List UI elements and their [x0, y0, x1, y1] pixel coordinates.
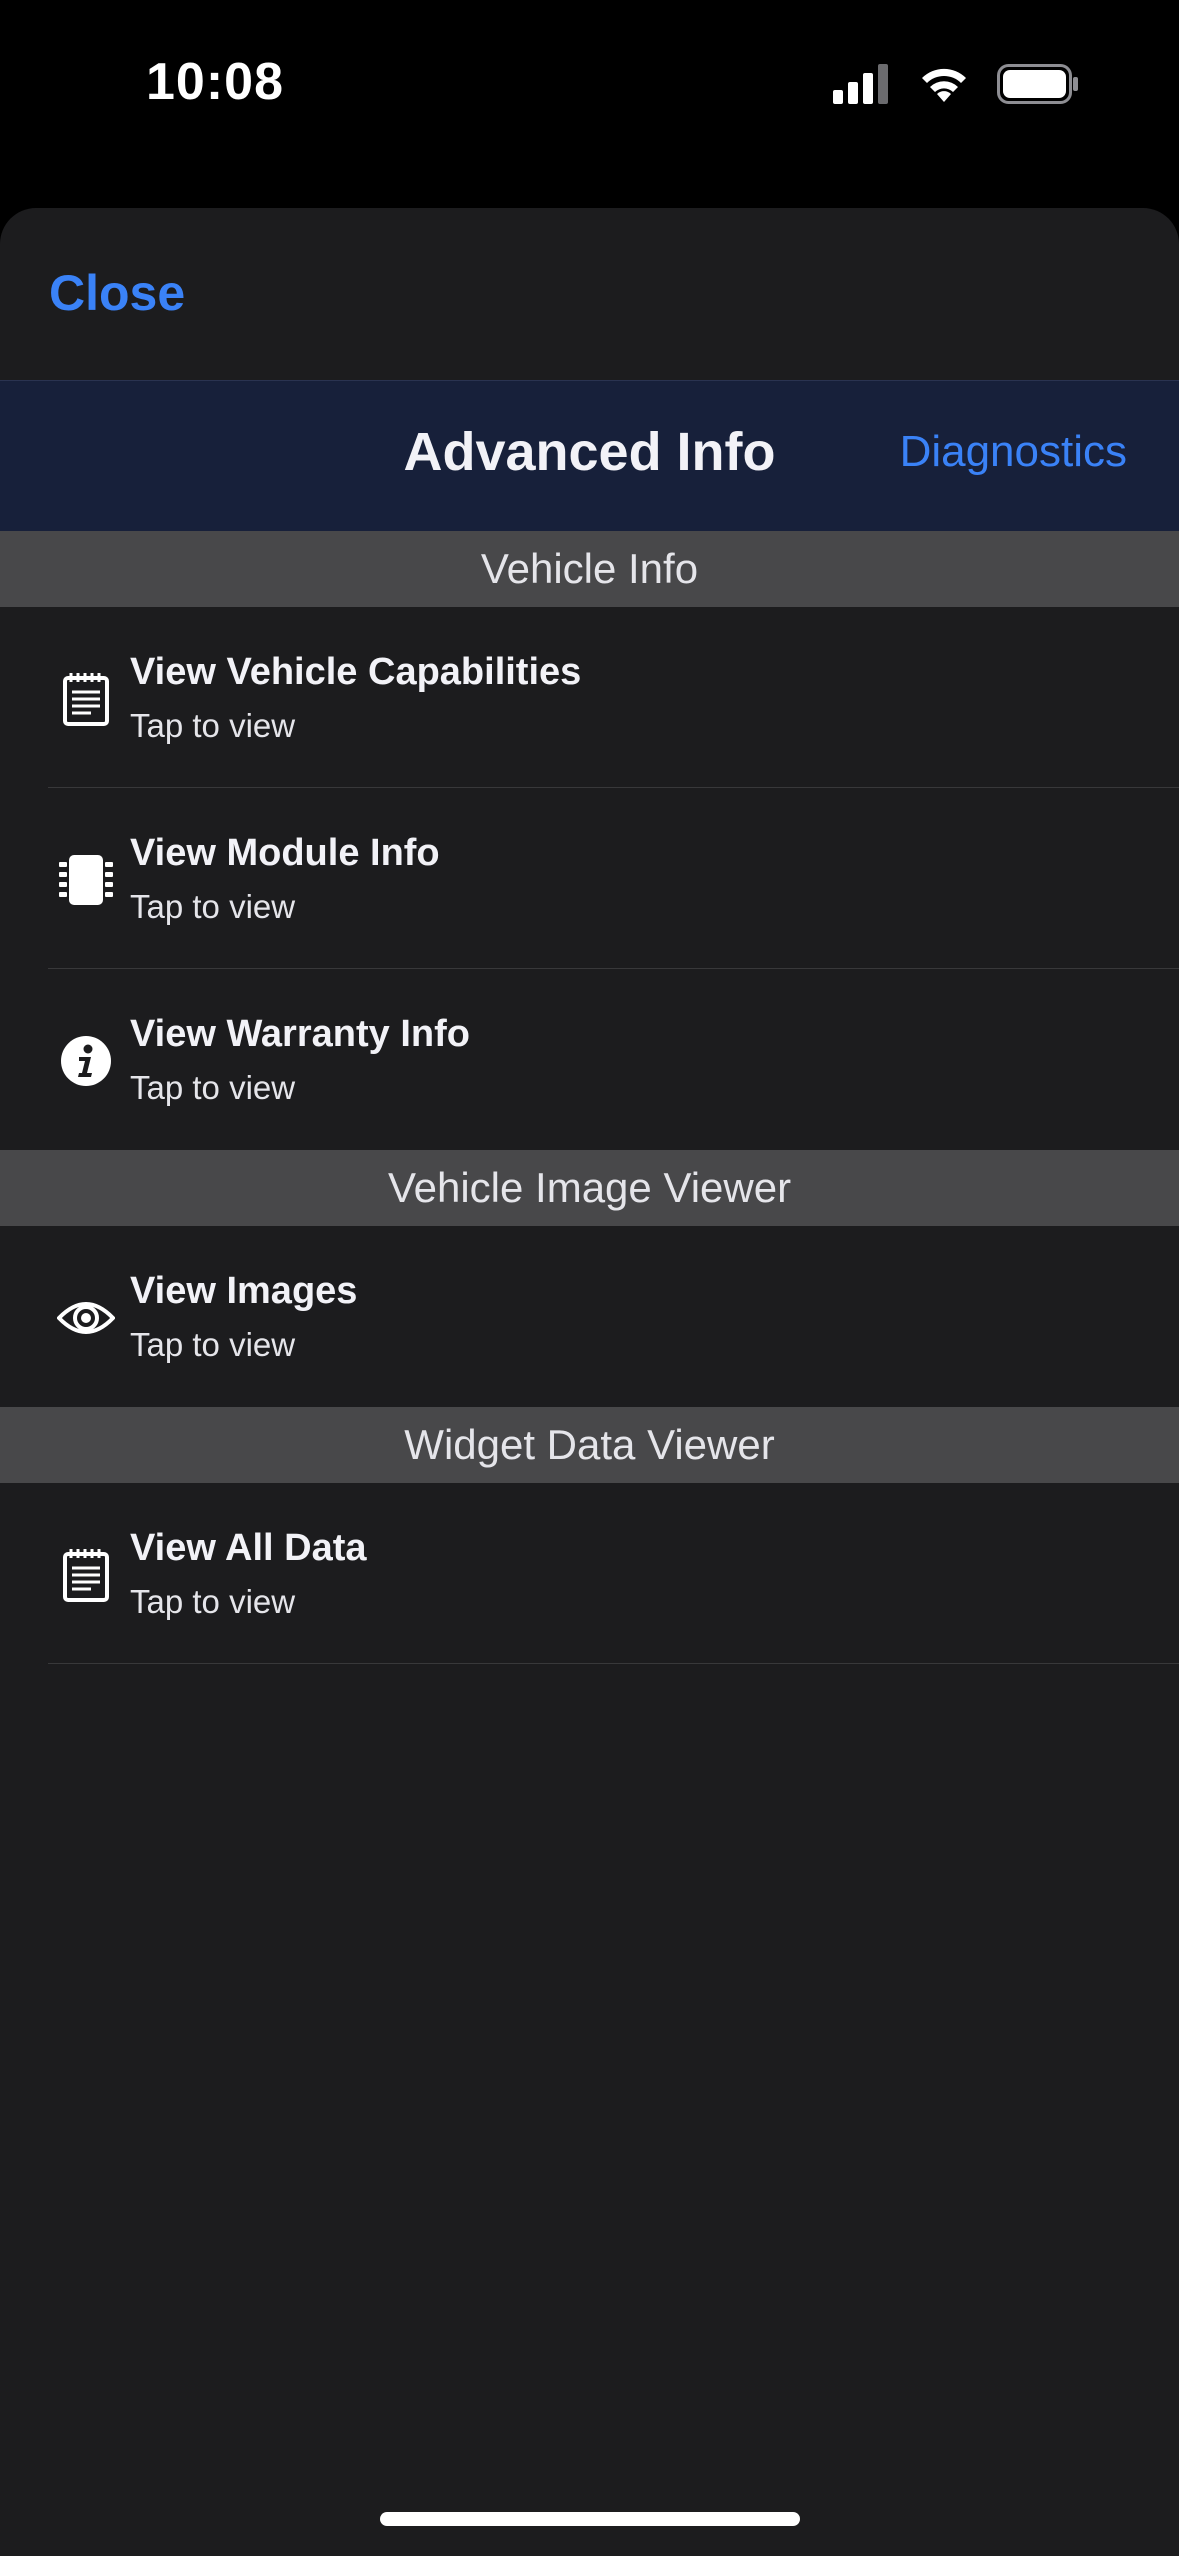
wifi-icon: [917, 64, 971, 109]
eye-icon: [56, 1288, 116, 1348]
list-item-title: View Module Info: [130, 832, 440, 874]
list-item-view-warranty-info[interactable]: View Warranty Info Tap to view: [0, 969, 1179, 1150]
list-item-view-all-data[interactable]: View All Data Tap to view: [0, 1483, 1179, 1664]
home-indicator[interactable]: [380, 2512, 800, 2526]
section-header-vehicle-info: Vehicle Info: [0, 531, 1179, 607]
status-bar: 10:08: [0, 0, 1179, 180]
list-item-subtitle: Tap to view: [130, 888, 296, 925]
sheet-top-bar: Close: [0, 208, 1179, 380]
notepad-icon: [56, 1545, 116, 1605]
section-header-widget-data-viewer: Widget Data Viewer: [0, 1407, 1179, 1483]
status-icons: [833, 64, 1079, 109]
list-item-title: View All Data: [130, 1527, 367, 1569]
battery-icon: [997, 64, 1079, 109]
row-divider: [48, 1663, 1179, 1664]
notepad-icon: [56, 669, 116, 729]
list-item-view-vehicle-capabilities[interactable]: View Vehicle Capabilities Tap to view: [0, 607, 1179, 788]
cellular-signal-icon: [833, 64, 891, 109]
status-time: 10:08: [146, 53, 284, 111]
list-item-view-module-info[interactable]: View Module Info Tap to view: [0, 788, 1179, 969]
diagnostics-button[interactable]: Diagnostics: [900, 427, 1127, 477]
list-item-view-images[interactable]: View Images Tap to view: [0, 1226, 1179, 1407]
section-header-vehicle-image-viewer: Vehicle Image Viewer: [0, 1150, 1179, 1226]
list-item-title: View Vehicle Capabilities: [130, 651, 582, 693]
modal-sheet: Close Advanced Info Diagnostics Vehicle …: [0, 208, 1179, 2556]
list-item-subtitle: Tap to view: [130, 707, 296, 744]
list-item-title: View Warranty Info: [130, 1013, 470, 1055]
list-item-subtitle: Tap to view: [130, 1326, 296, 1363]
navigation-bar: Advanced Info Diagnostics: [0, 380, 1179, 531]
chip-icon: [56, 850, 116, 910]
close-button[interactable]: Close: [49, 264, 185, 322]
list-item-subtitle: Tap to view: [130, 1069, 296, 1106]
list-item-title: View Images: [130, 1270, 358, 1312]
info-icon: [56, 1031, 116, 1091]
list-item-subtitle: Tap to view: [130, 1583, 296, 1620]
